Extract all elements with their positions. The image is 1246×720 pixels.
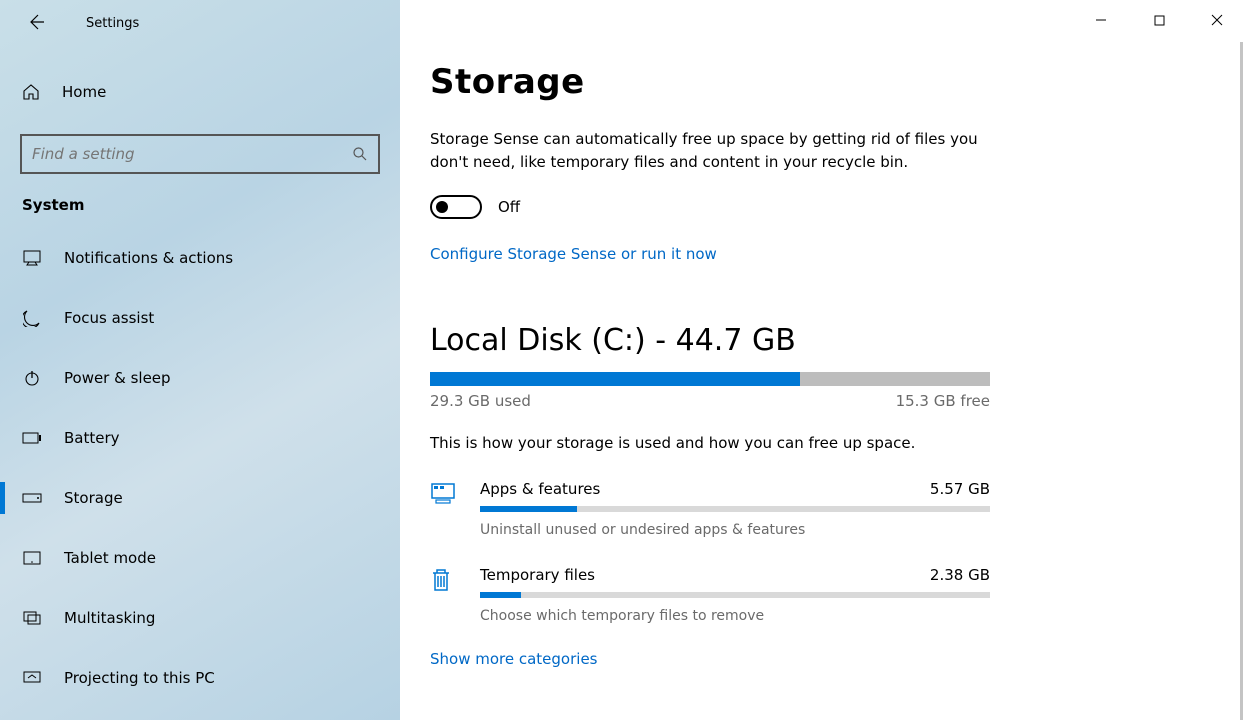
disk-stats: 29.3 GB used 15.3 GB free [430, 392, 990, 410]
sidebar-item-label: Power & sleep [64, 369, 171, 387]
toggle-state-label: Off [498, 198, 520, 216]
battery-icon [22, 432, 42, 444]
sidebar-item-label: Tablet mode [64, 549, 156, 567]
sidebar-item-label: Focus assist [64, 309, 154, 327]
category-bar [480, 592, 990, 598]
app-title: Settings [86, 16, 139, 31]
category-hint: Uninstall unused or undesired apps & fea… [480, 522, 990, 538]
tablet-icon [22, 551, 42, 565]
storage-icon [22, 493, 42, 503]
sidebar-header: Settings [0, 0, 400, 44]
sidebar-group-label: System [22, 196, 400, 214]
configure-storage-sense-link[interactable]: Configure Storage Sense or run it now [430, 245, 990, 263]
sidebar-item-label: Multitasking [64, 609, 155, 627]
sidebar-item-storage[interactable]: Storage [0, 468, 400, 528]
category-label: Apps & features [480, 480, 600, 498]
settings-window: Settings Home System Notifications & act… [0, 0, 1246, 720]
trash-icon [430, 566, 480, 624]
project-icon [22, 671, 42, 685]
sidebar-item-notifications[interactable]: Notifications & actions [0, 228, 400, 288]
sidebar-item-home[interactable]: Home [0, 68, 400, 116]
storage-sense-toggle[interactable] [430, 195, 482, 219]
search-input[interactable] [32, 145, 352, 163]
sidebar-item-label: Notifications & actions [64, 249, 233, 267]
notifications-icon [22, 250, 42, 266]
page-title: Storage [430, 62, 990, 102]
storage-category-apps[interactable]: Apps & features 5.57 GB Uninstall unused… [430, 480, 990, 538]
category-size: 5.57 GB [930, 480, 990, 498]
show-more-categories-link[interactable]: Show more categories [430, 650, 990, 668]
sidebar-item-label: Battery [64, 429, 120, 447]
minimize-button[interactable] [1072, 0, 1130, 40]
sidebar-nav: Notifications & actions Focus assist Pow… [0, 228, 400, 720]
sidebar-item-projecting[interactable]: Projecting to this PC [0, 648, 400, 708]
toggle-knob [436, 201, 448, 213]
sidebar-item-multitasking[interactable]: Multitasking [0, 588, 400, 648]
scrollbar[interactable] [1240, 42, 1243, 720]
sidebar-item-tablet-mode[interactable]: Tablet mode [0, 528, 400, 588]
maximize-button[interactable] [1130, 0, 1188, 40]
disk-free-text: 15.3 GB free [896, 392, 990, 410]
category-size: 2.38 GB [930, 566, 990, 584]
power-icon [22, 369, 42, 387]
storage-category-temp[interactable]: Temporary files 2.38 GB Choose which tem… [430, 566, 990, 624]
category-bar [480, 506, 990, 512]
category-label: Temporary files [480, 566, 595, 584]
close-button[interactable] [1188, 0, 1246, 40]
sidebar-item-label: Storage [64, 489, 123, 507]
disk-used-text: 29.3 GB used [430, 392, 531, 410]
disk-heading: Local Disk (C:) - 44.7 GB [430, 323, 990, 358]
focus-icon [22, 309, 42, 327]
home-icon [22, 83, 40, 101]
back-button[interactable] [22, 8, 50, 36]
sidebar-item-label: Projecting to this PC [64, 669, 215, 687]
sidebar-item-power-sleep[interactable]: Power & sleep [0, 348, 400, 408]
storage-sense-toggle-row: Off [430, 195, 990, 219]
window-controls [1072, 0, 1246, 40]
storage-sense-description: Storage Sense can automatically free up … [430, 128, 990, 175]
storage-page: Storage Storage Sense can automatically … [400, 0, 990, 668]
sidebar-item-battery[interactable]: Battery [0, 408, 400, 468]
apps-icon [430, 480, 480, 538]
disk-usage-fill [430, 372, 800, 386]
sidebar-item-focus-assist[interactable]: Focus assist [0, 288, 400, 348]
search-box[interactable] [20, 134, 380, 174]
disk-usage-bar [430, 372, 990, 386]
storage-breakdown-description: This is how your storage is used and how… [430, 434, 990, 452]
back-arrow-icon [27, 13, 45, 31]
sidebar: Settings Home System Notifications & act… [0, 0, 400, 720]
search-icon [352, 146, 368, 162]
multitask-icon [22, 611, 42, 625]
main-pane: Storage Storage Sense can automatically … [400, 0, 1246, 720]
category-hint: Choose which temporary files to remove [480, 608, 990, 624]
sidebar-item-label: Home [62, 83, 106, 101]
